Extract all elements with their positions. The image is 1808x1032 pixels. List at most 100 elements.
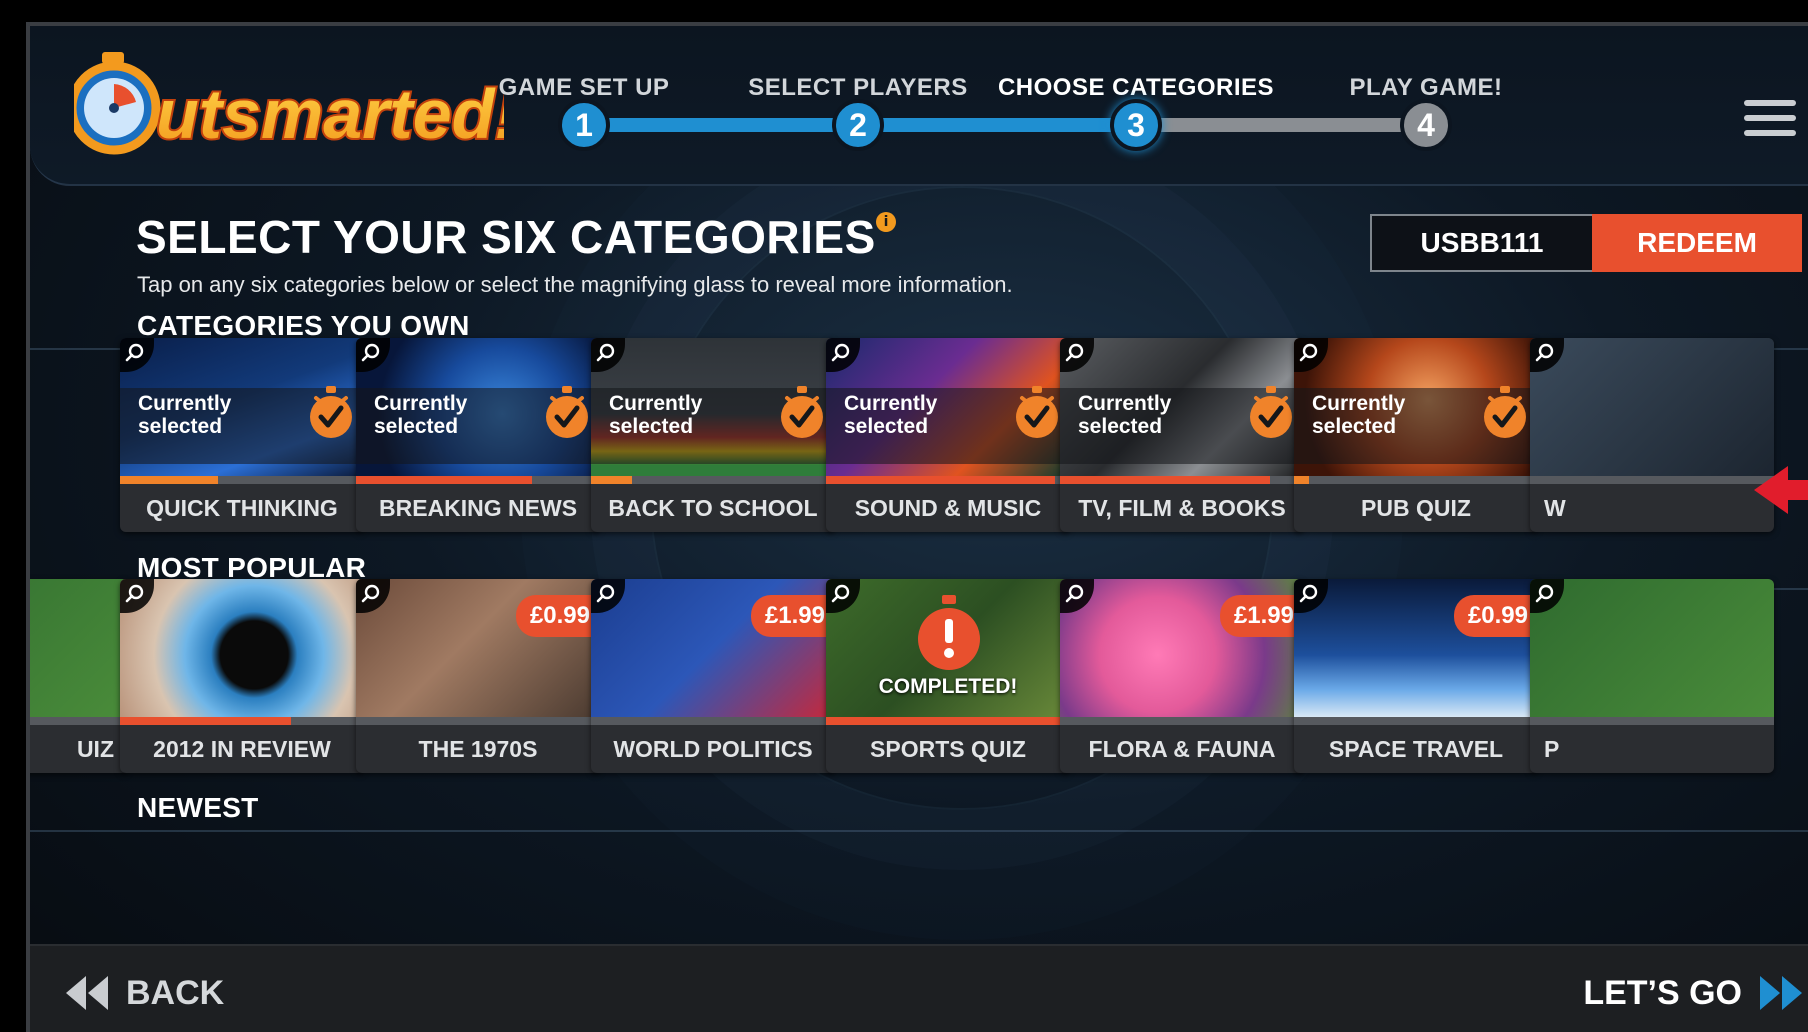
selected-line-2: selected	[1078, 415, 1163, 438]
selected-check-icon	[308, 386, 354, 440]
category-image	[1530, 338, 1774, 476]
selected-check-icon	[1248, 386, 1294, 440]
progress-bar	[356, 717, 600, 725]
category-card[interactable]: Currently selected QUICK THINKING	[120, 338, 364, 532]
lets-go-button[interactable]: LET’S GO	[1583, 968, 1802, 1018]
category-card[interactable]: Currently selected TV, FILM & BOOKS	[1060, 338, 1304, 532]
stepper-track-pending	[1136, 118, 1426, 132]
back-button[interactable]: BACK	[66, 968, 224, 1018]
redeem-code-input[interactable]: USBB111	[1370, 214, 1592, 272]
progress-stepper: GAME SET UP SELECT PLAYERS CHOOSE CATEGO…	[499, 46, 1660, 166]
progress-fill	[591, 476, 633, 484]
progress-bar	[1530, 476, 1774, 484]
category-card[interactable]: P	[1530, 579, 1774, 773]
progress-fill	[826, 476, 1056, 484]
currently-selected-label: Currently selected	[138, 392, 231, 438]
category-name: SOUND & MUSIC	[854, 494, 1042, 521]
progress-fill	[120, 717, 291, 725]
progress-bar	[30, 717, 128, 725]
category-card[interactable]: £1.99 WORLD POLITICS	[591, 579, 835, 773]
step-4-label: PLAY GAME!	[1349, 74, 1503, 101]
progress-bar	[120, 476, 364, 484]
category-name: UIZ	[76, 735, 114, 762]
selected-line-1: Currently	[138, 392, 232, 415]
progress-bar	[1060, 476, 1304, 484]
page-title: SELECT YOUR SIX CATEGORIES	[136, 211, 876, 263]
selected-check-icon	[544, 386, 590, 440]
completed-alert-icon	[916, 595, 982, 671]
price-badge: £0.99	[1453, 595, 1538, 637]
step-1-dot[interactable]: 1	[558, 99, 610, 151]
currently-selected-label: Currently selected	[374, 392, 467, 438]
double-chevron-left-icon	[66, 976, 108, 1010]
logo-graphic: utsmarted!	[67, 52, 520, 155]
redeem-button[interactable]: REDEEM	[1592, 214, 1802, 272]
category-name: THE 1970S	[418, 735, 538, 762]
lets-go-label: LET’S GO	[1583, 973, 1742, 1012]
category-card[interactable]: Currently selected BREAKING NEWS	[356, 338, 600, 532]
progress-bar	[1294, 717, 1538, 725]
category-card[interactable]: 2012 IN REVIEW	[120, 579, 364, 773]
hamburger-menu-icon[interactable]	[1744, 100, 1796, 144]
selected-line-1: Currently	[1312, 392, 1406, 415]
category-card[interactable]: Currently selected SOUND & MUSIC	[826, 338, 1070, 532]
back-label: BACK	[126, 973, 225, 1012]
section-divider	[30, 830, 1808, 832]
page-subtitle: Tap on any six categories below or selec…	[137, 272, 1013, 297]
selected-check-icon	[779, 386, 825, 440]
double-chevron-right-icon	[1760, 976, 1802, 1010]
category-name: TV, FILM & BOOKS	[1078, 494, 1286, 521]
progress-fill	[356, 476, 532, 484]
category-name: SPACE TRAVEL	[1328, 735, 1504, 762]
scroll-right-arrow-icon[interactable]	[1754, 462, 1808, 518]
category-card[interactable]: Currently selected BACK TO SCHOOL	[591, 338, 835, 532]
category-card[interactable]: £0.99 THE 1970S	[356, 579, 600, 773]
category-card[interactable]: £1.99 FLORA & FAUNA	[1060, 579, 1304, 773]
price-badge: £1.99	[750, 595, 835, 637]
selected-check-icon	[1014, 386, 1060, 440]
selected-line-1: Currently	[1078, 392, 1172, 415]
progress-fill	[1294, 476, 1309, 484]
progress-bar	[1060, 717, 1304, 725]
category-name: SPORTS QUIZ	[870, 735, 1026, 762]
selected-line-2: selected	[1312, 415, 1397, 438]
category-name: PUB QUIZ	[1361, 494, 1471, 521]
progress-bar	[1294, 476, 1538, 484]
progress-fill	[826, 717, 1070, 725]
category-name: P	[1544, 735, 1560, 762]
currently-selected-label: Currently selected	[844, 392, 937, 438]
category-card[interactable]: W	[1530, 338, 1774, 532]
progress-bar	[356, 476, 600, 484]
progress-bar	[826, 717, 1070, 725]
step-1-label: GAME SET UP	[498, 74, 670, 101]
category-card[interactable]: £0.99 SPACE TRAVEL	[1294, 579, 1538, 773]
currently-selected-label: Currently selected	[609, 392, 702, 438]
category-image	[30, 579, 128, 717]
category-image	[1530, 579, 1774, 717]
selected-line-1: Currently	[374, 392, 468, 415]
progress-bar	[826, 476, 1070, 484]
app-screen: utsmarted! GAME SET UP SELECT PLAYERS CH…	[26, 22, 1808, 1032]
category-name: 2012 IN REVIEW	[153, 735, 331, 762]
step-3-dot[interactable]: 3	[1110, 99, 1162, 151]
category-name: QUICK THINKING	[146, 494, 338, 521]
progress-fill	[120, 476, 218, 484]
step-3-label: CHOOSE CATEGORIES	[997, 74, 1275, 101]
outsmarted-logo: utsmarted!	[67, 52, 520, 162]
category-card[interactable]: UIZ	[30, 579, 128, 773]
info-icon[interactable]: i	[876, 212, 896, 232]
step-2-dot[interactable]: 2	[832, 99, 884, 151]
selected-line-2: selected	[138, 415, 223, 438]
price-badge: £0.99	[515, 595, 600, 637]
category-name: BACK TO SCHOOL	[608, 494, 818, 521]
currently-selected-label: Currently selected	[1312, 392, 1405, 438]
device-frame: utsmarted! GAME SET UP SELECT PLAYERS CH…	[0, 0, 1808, 1032]
step-4-dot[interactable]: 4	[1400, 99, 1452, 151]
category-name: BREAKING NEWS	[378, 494, 578, 521]
category-card[interactable]: Currently selected PUB QUIZ	[1294, 338, 1538, 532]
selected-line-2: selected	[844, 415, 929, 438]
footer-bar: BACK LET’S GO	[30, 944, 1808, 1032]
category-card[interactable]: COMPLETED! SPORTS QUIZ	[826, 579, 1070, 773]
selected-check-icon	[1482, 386, 1528, 440]
category-name: FLORA & FAUNA	[1088, 735, 1276, 762]
